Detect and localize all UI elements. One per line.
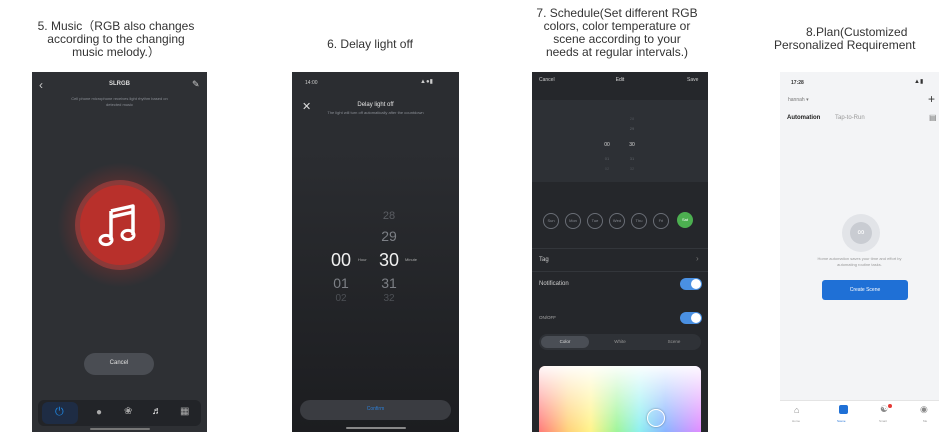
color-picker-handle[interactable]	[647, 409, 665, 427]
delay-screen: 14:00 ▲●▮ ✕ Delay light off The light wi…	[292, 72, 459, 432]
notification-dot	[888, 404, 892, 408]
save-link[interactable]: Save	[687, 77, 698, 83]
confirm-button[interactable]: Confirm	[300, 400, 451, 420]
log-icon[interactable]: ▤	[929, 113, 937, 122]
tab-power[interactable]: ⏻	[42, 402, 78, 424]
edit-icon[interactable]: ✎	[192, 79, 200, 90]
music-note-icon	[98, 204, 136, 247]
mode-color[interactable]: Color	[541, 336, 589, 348]
minute-above-2: 29	[381, 228, 397, 244]
chevron-right-icon: ›	[696, 254, 699, 263]
nav-scene-label: Scene	[837, 419, 846, 423]
caption-plan: 8.Plan(Customized Personalized Requireme…	[774, 25, 916, 52]
edit-title: Edit	[615, 77, 625, 83]
delay-subtitle: The light will turn off automatically af…	[327, 110, 424, 115]
day-thu[interactable]: Thu	[631, 213, 647, 229]
music-button[interactable]	[80, 185, 160, 265]
tab-color-icon[interactable]: ●	[96, 407, 102, 418]
empty-illustration: ∞	[842, 214, 880, 252]
home-selector[interactable]: hannah ▾	[788, 97, 809, 103]
create-scene-button[interactable]: Create Scene	[822, 280, 908, 300]
notification-toggle[interactable]	[680, 278, 702, 290]
picker-minute: 30	[629, 142, 635, 148]
tag-row[interactable]: Tag ›	[532, 248, 708, 272]
picker-minute-above-1: 28	[629, 116, 635, 121]
hour-below-1: 01	[333, 275, 349, 291]
minute-below-2: 32	[383, 293, 395, 304]
status-time: 14:00	[305, 80, 318, 86]
empty-text: Home automation saves your time and effo…	[817, 256, 902, 267]
minute-above-1: 28	[382, 210, 396, 222]
caption-schedule: 7. Schedule(Set different RGB colors, co…	[536, 6, 698, 59]
picker-hour-below-2: 02	[604, 166, 610, 171]
mode-scene[interactable]: Scene	[649, 339, 699, 344]
tab-palette-icon[interactable]: ❀	[124, 406, 132, 417]
delay-title: Delay light off	[357, 102, 394, 108]
day-sat[interactable]: Sat	[677, 212, 693, 228]
picker-hour: 00	[604, 142, 610, 148]
minute-selected[interactable]: 30	[376, 250, 402, 271]
day-sun[interactable]: Sun	[543, 213, 559, 229]
onoff-label: ON/OFF	[539, 315, 556, 320]
time-picker[interactable]	[532, 100, 708, 182]
day-tue[interactable]: Tue	[587, 213, 603, 229]
schedule-screen: Cancel Edit Save 28 29 00 30 01 31 02 32…	[532, 72, 708, 432]
hour-below-2: 02	[335, 293, 347, 304]
status-time: 17:28	[791, 80, 804, 86]
status-icons: ▲●▮	[420, 79, 433, 85]
mode-tabs: Color White Scene	[539, 334, 701, 350]
tab-bar: ⏻ ● ❀ ♬ ▦	[38, 400, 201, 426]
day-wed[interactable]: Wed	[609, 213, 625, 229]
picker-minute-above-2: 29	[629, 126, 635, 131]
caption-music: 5. Music（RGB also changes according to t…	[37, 19, 195, 59]
status-icons: ▲▮	[914, 79, 924, 85]
nav-me-label: Me	[923, 419, 928, 423]
plan-screen: 17:28 ▲▮ hannah ▾ + Automation Tap-to-Ru…	[780, 72, 939, 432]
bottom-nav: ⌂ Home Scene ☯ Smart ◉ Me	[780, 400, 939, 432]
music-title: SLRGB	[109, 81, 130, 87]
nav-smart-label: Smart	[879, 419, 888, 423]
minute-unit: Minute	[405, 257, 418, 262]
nav-home-label: Home	[792, 419, 801, 423]
tab-music-icon[interactable]: ♬	[152, 406, 162, 417]
minute-below-1: 31	[381, 275, 397, 291]
music-hint: Cell phone microphone receives light rhy…	[71, 96, 168, 107]
day-mon[interactable]: Mon	[565, 213, 581, 229]
tab-automation[interactable]: Automation	[787, 115, 820, 121]
picker-minute-below-2: 32	[629, 166, 635, 171]
power-icon: ⏻	[55, 406, 64, 418]
infinity-icon: ∞	[850, 222, 872, 244]
color-picker[interactable]	[539, 366, 701, 432]
nav-smart-icon[interactable]: ☯	[880, 404, 888, 415]
mode-white[interactable]: White	[595, 339, 645, 344]
nav-scene-icon[interactable]	[839, 405, 848, 414]
picker-minute-below-1: 31	[629, 156, 635, 161]
add-icon[interactable]: +	[928, 92, 935, 106]
nav-home-icon[interactable]: ⌂	[794, 405, 799, 415]
hour-selected[interactable]: 00	[328, 250, 354, 271]
tab-tap-to-run[interactable]: Tap-to-Run	[835, 115, 865, 121]
home-indicator	[346, 427, 406, 429]
hour-unit: Hour	[358, 257, 367, 262]
music-screen: ‹ SLRGB ✎ Cell phone microphone receives…	[32, 72, 207, 432]
caption-delay: 6. Delay light off	[327, 37, 413, 51]
home-indicator	[90, 428, 150, 430]
onoff-toggle[interactable]	[680, 312, 702, 324]
nav-me-icon[interactable]: ◉	[920, 404, 928, 415]
cancel-button[interactable]: Cancel	[84, 353, 154, 375]
picker-hour-below-1: 01	[604, 156, 610, 161]
day-fri[interactable]: Fri	[653, 213, 669, 229]
notification-label: Notification	[539, 281, 569, 287]
tab-scene-icon[interactable]: ▦	[180, 406, 189, 417]
